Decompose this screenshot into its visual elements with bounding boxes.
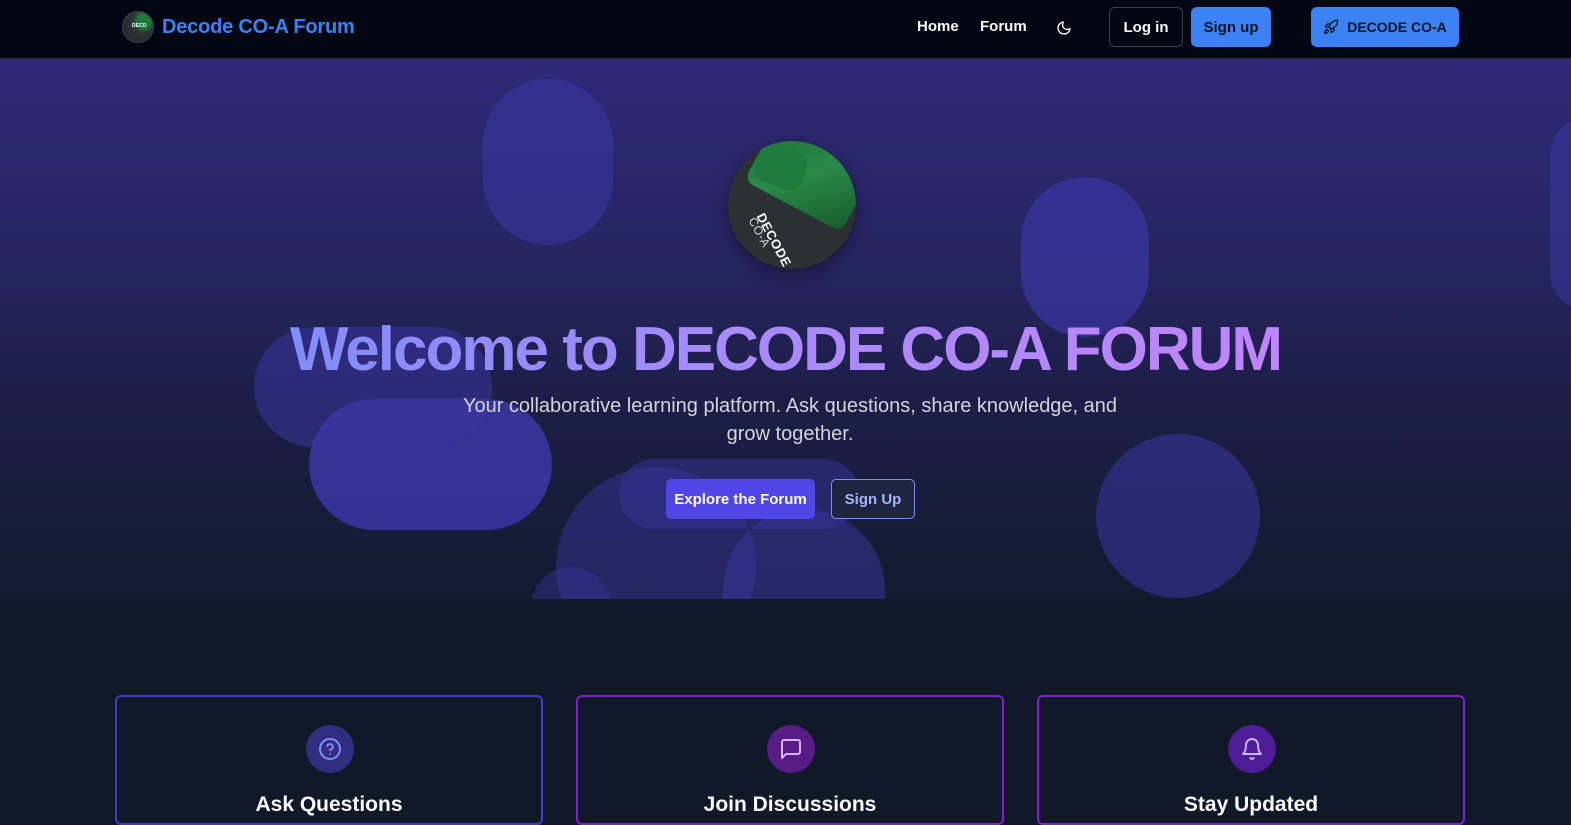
brand-title: Decode CO-A Forum [162,15,355,38]
top-navbar: DECO Decode CO-A Forum Home Forum Log in… [0,0,1571,59]
hero-logo: DECODE CO-A [728,141,856,269]
card-icon-wrapper [306,725,354,773]
decode-coa-button[interactable]: DECODE CO-A [1311,7,1459,47]
rocket-icon [1324,19,1339,34]
feature-card-join-discussions: Join Discussions [576,695,1004,825]
decode-coa-label: DECODE CO-A [1347,19,1447,35]
hero-signup-button[interactable]: Sign Up [831,479,915,519]
signup-button[interactable]: Sign up [1191,7,1271,47]
feature-title: Join Discussions [703,793,877,816]
hero-title: Welcome to DECODE CO-A FORUM [289,315,1283,384]
moon-icon [1057,21,1071,35]
feature-card-ask-questions: Ask Questions [115,695,543,825]
brand-link[interactable]: DECO Decode CO-A Forum [122,11,355,43]
hero-section: DECODE CO-A Welcome to DECODE CO-A FORUM… [0,59,1571,599]
card-icon-wrapper [1228,725,1276,773]
feature-title: Stay Updated [1183,793,1319,816]
decorative-blob [1550,119,1571,309]
question-circle-icon [319,738,341,760]
card-icon-wrapper [767,725,815,773]
nav-link-home[interactable]: Home [917,18,959,35]
nav-link-forum[interactable]: Forum [980,18,1027,35]
bell-icon [1242,738,1262,760]
hero-subtitle: Your collaborative learning platform. As… [462,395,1118,445]
login-button[interactable]: Log in [1109,7,1183,47]
brand-logo: DECO [122,11,154,43]
message-square-icon [781,739,801,759]
theme-toggle-button[interactable] [1053,17,1075,39]
decorative-blob [1021,177,1149,337]
decorative-blob [483,79,613,245]
decorative-blob [1096,434,1260,598]
feature-title: Ask Questions [255,793,403,816]
explore-forum-button[interactable]: Explore the Forum [666,479,815,519]
feature-card-stay-updated: Stay Updated [1037,695,1465,825]
